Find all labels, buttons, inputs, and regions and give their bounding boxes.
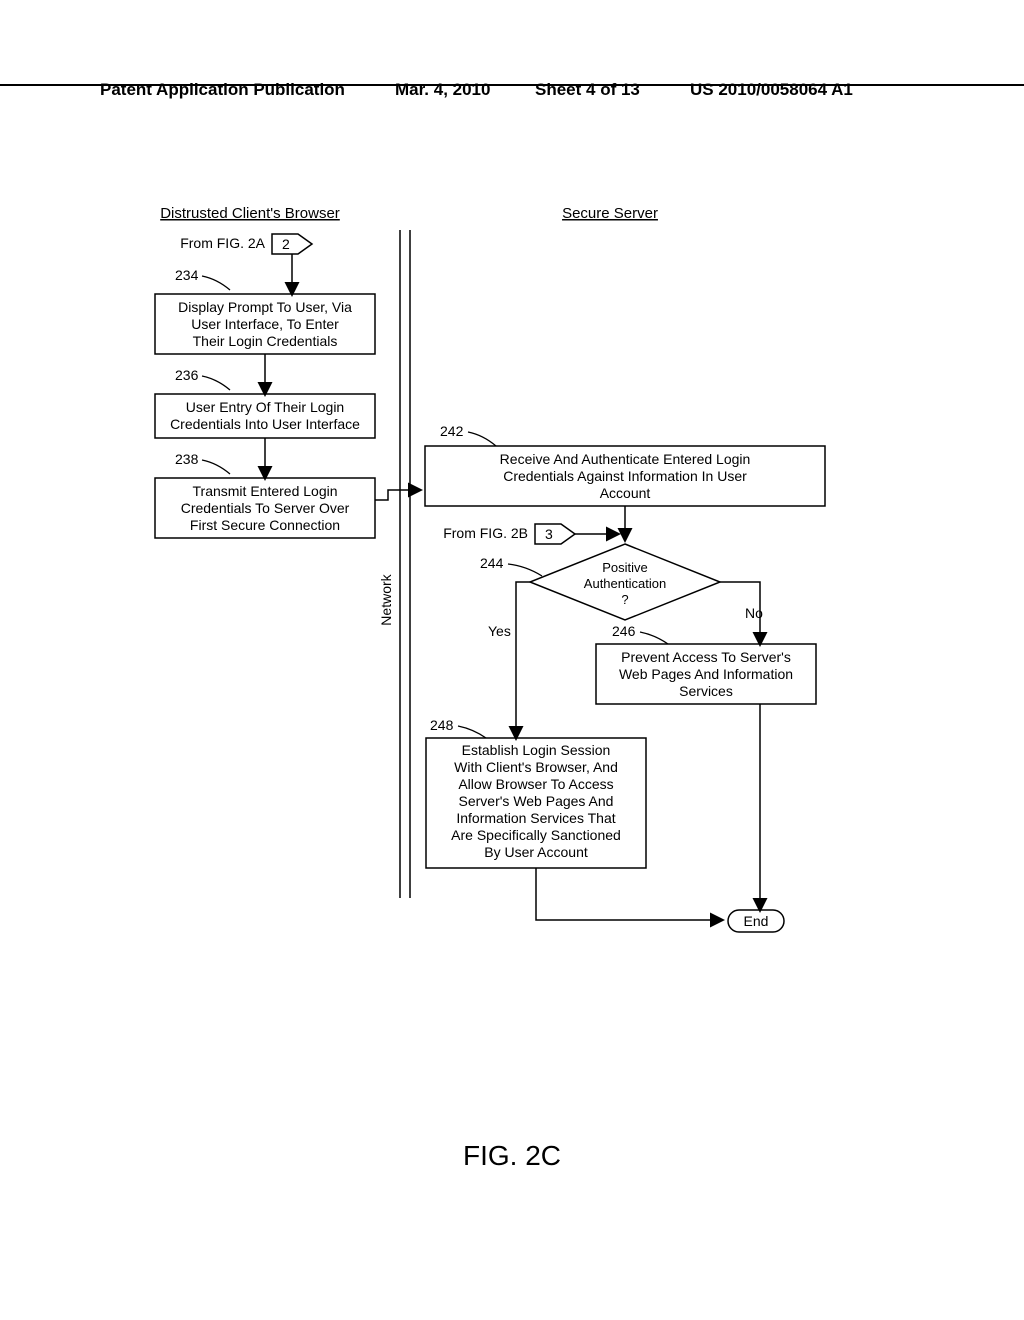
from-fig2b-label: From FIG. 2B bbox=[443, 525, 528, 541]
header-date: Mar. 4, 2010 bbox=[395, 80, 490, 100]
box-242-l1: Receive And Authenticate Entered Login bbox=[500, 451, 751, 467]
box-246-l3: Services bbox=[679, 683, 733, 699]
network-label: Network bbox=[378, 573, 394, 625]
box-248-l5: Information Services That bbox=[456, 810, 615, 826]
box-242-l3: Account bbox=[600, 485, 651, 501]
header-sheet: Sheet 4 of 13 bbox=[535, 80, 640, 100]
arrow-yes-to-248 bbox=[516, 582, 530, 738]
box-248-l6: Are Specifically Sanctioned bbox=[451, 827, 621, 843]
refnum-236: 236 bbox=[175, 367, 199, 383]
refnum-242: 242 bbox=[440, 423, 464, 439]
from-fig2a-connector bbox=[272, 234, 312, 254]
refnum-234: 234 bbox=[175, 267, 199, 283]
lane-title-left: Distrusted Client's Browser bbox=[160, 205, 340, 222]
header-pubno: US 2010/0058064 A1 bbox=[690, 80, 853, 100]
from-fig2b-num: 3 bbox=[545, 526, 553, 542]
box-234-l3: Their Login Credentials bbox=[193, 333, 338, 349]
box-248-l1: Establish Login Session bbox=[462, 742, 611, 758]
box-238-l1: Transmit Entered Login bbox=[193, 483, 338, 499]
box-236-l2: Credentials Into User Interface bbox=[170, 416, 360, 432]
box-248-l4: Server's Web Pages And bbox=[459, 793, 614, 809]
leader-246 bbox=[640, 632, 668, 644]
box-248-l7: By User Account bbox=[484, 844, 588, 860]
box-234-l1: Display Prompt To User, Via bbox=[178, 299, 352, 315]
box-248-l3: Allow Browser To Access bbox=[458, 776, 613, 792]
from-fig2a-label: From FIG. 2A bbox=[180, 235, 265, 251]
page-header: Patent Application Publication Mar. 4, 2… bbox=[0, 80, 1024, 86]
box-238-l3: First Secure Connection bbox=[190, 517, 340, 533]
refnum-244: 244 bbox=[480, 555, 504, 571]
box-234-l2: User Interface, To Enter bbox=[191, 316, 339, 332]
header-left: Patent Application Publication bbox=[100, 80, 345, 100]
leader-238 bbox=[202, 460, 230, 474]
end-label: End bbox=[744, 913, 769, 929]
flowchart: Distrusted Client's Browser Secure Serve… bbox=[120, 200, 890, 985]
refnum-246: 246 bbox=[612, 623, 636, 639]
lane-title-right: Secure Server bbox=[562, 205, 658, 222]
box-238-l2: Credentials To Server Over bbox=[181, 500, 350, 516]
from-fig2a-num: 2 bbox=[282, 236, 290, 252]
from-fig2b-connector bbox=[535, 524, 575, 544]
branch-yes: Yes bbox=[488, 623, 511, 639]
box-242-l2: Credentials Against Information In User bbox=[503, 468, 747, 484]
arrow-248-to-end bbox=[536, 868, 722, 920]
decision-244-l1: Positive bbox=[602, 560, 648, 575]
box-246-l2: Web Pages And Information bbox=[619, 666, 793, 682]
box-236-l1: User Entry Of Their Login bbox=[186, 399, 344, 415]
leader-244 bbox=[508, 564, 542, 576]
leader-236 bbox=[202, 376, 230, 390]
leader-248 bbox=[458, 726, 486, 738]
box-248-l2: With Client's Browser, And bbox=[454, 759, 618, 775]
arrow-238-to-server bbox=[375, 490, 420, 500]
branch-no: No bbox=[745, 605, 763, 621]
decision-244-l2: Authentication bbox=[584, 576, 666, 591]
box-246-l1: Prevent Access To Server's bbox=[621, 649, 791, 665]
refnum-238: 238 bbox=[175, 451, 199, 467]
leader-234 bbox=[202, 276, 230, 290]
refnum-248: 248 bbox=[430, 717, 454, 733]
decision-244-l3: ? bbox=[621, 592, 628, 607]
figure-label: FIG. 2C bbox=[0, 1140, 1024, 1172]
leader-242 bbox=[468, 432, 496, 446]
